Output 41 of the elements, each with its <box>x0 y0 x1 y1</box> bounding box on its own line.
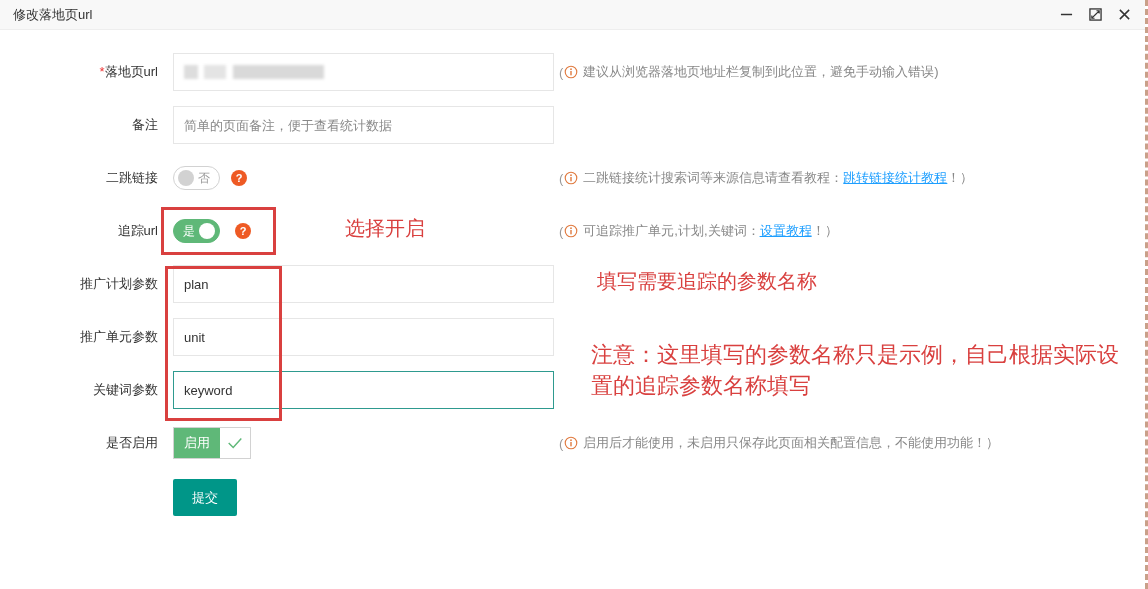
hint-text: 建议从浏览器落地页地址栏复制到此位置，避免手动输入错误) <box>583 63 939 81</box>
close-icon[interactable] <box>1118 8 1131 21</box>
field-label: 备注 <box>131 116 158 134</box>
field-label: 推广计划参数 <box>79 275 158 293</box>
info-icon <box>564 65 579 79</box>
info-icon <box>564 171 579 185</box>
annotation-text: 注意：这里填写的参数名称只是示例，自己根据实际设置的追踪参数名称填写 <box>591 341 1120 400</box>
field-label: 是否启用 <box>105 434 158 452</box>
field-label: 推广单元参数 <box>79 328 158 346</box>
enable-checkbox[interactable]: 启用 <box>173 427 251 459</box>
text-field[interactable]: unit <box>173 318 554 356</box>
submit-button[interactable]: 提交 <box>173 479 237 516</box>
text-field[interactable]: 简单的页面备注，便于查看统计数据 <box>173 106 554 144</box>
tutorial-link[interactable]: 跳转链接统计教程 <box>843 169 948 187</box>
hint-paren: ( <box>559 435 564 451</box>
info-icon <box>564 436 579 450</box>
window-title: 修改落地页url <box>13 5 93 24</box>
blurred-url-field[interactable] <box>173 53 554 91</box>
toggle-switch[interactable]: 是 <box>173 219 220 243</box>
maximize-icon[interactable] <box>1089 8 1102 21</box>
hint-text: 启用后才能使用，未启用只保存此页面相关配置信息，不能使用功能！） <box>583 434 1000 452</box>
field-label: *落地页url <box>98 63 158 81</box>
info-icon <box>564 224 579 238</box>
toggle-switch[interactable]: 否 <box>173 166 220 190</box>
hint-text: ！） <box>811 222 838 240</box>
tutorial-link[interactable]: 设置教程 <box>759 222 812 240</box>
annotation-text: 选择开启 <box>345 216 425 241</box>
hint-text: 二跳链接统计搜索词等来源信息请查看教程： <box>583 169 844 187</box>
hint-paren: ( <box>559 170 564 186</box>
field-label: 关键词参数 <box>92 381 158 399</box>
field-label: 追踪url <box>116 222 158 240</box>
hint-text: 可追踪推广单元,计划,关键词： <box>583 222 760 240</box>
field-label: 二跳链接 <box>105 169 158 187</box>
text-field[interactable]: keyword <box>173 371 554 409</box>
text-field[interactable]: plan <box>173 265 554 303</box>
hint-paren: ( <box>559 223 564 239</box>
hint-text: ！） <box>947 169 974 187</box>
hint-paren: ( <box>559 64 564 80</box>
annotation-text: 填写需要追踪的参数名称 <box>597 269 817 294</box>
help-icon[interactable]: ? <box>235 223 251 239</box>
help-icon[interactable]: ? <box>231 170 247 186</box>
